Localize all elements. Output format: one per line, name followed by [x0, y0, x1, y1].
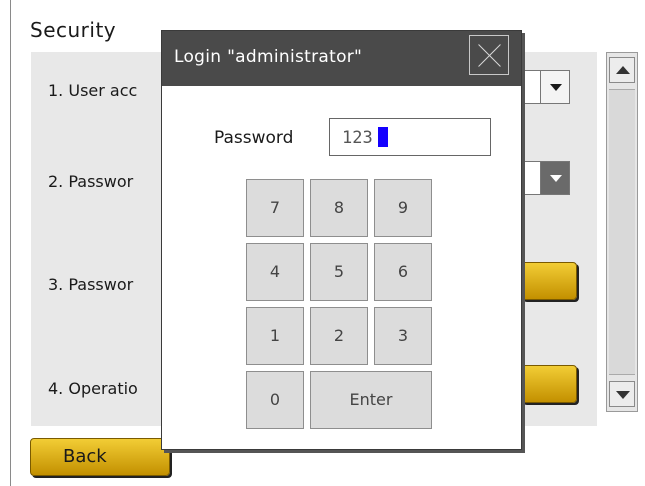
chevron-down-icon[interactable] — [540, 162, 569, 194]
arrow-down-icon — [616, 391, 630, 399]
key-4[interactable]: 4 — [246, 243, 304, 301]
arrow-up-icon — [616, 66, 630, 74]
chevron-down-icon[interactable] — [540, 71, 569, 103]
scroll-up-button[interactable] — [609, 57, 635, 83]
row-label-user-account: 1. User acc — [48, 81, 138, 100]
key-1[interactable]: 1 — [246, 307, 304, 365]
key-8[interactable]: 8 — [310, 179, 368, 237]
login-dialog: Login "administrator" Password 123 7 8 9… — [161, 30, 522, 450]
scrollbar-track[interactable] — [609, 89, 635, 375]
dialog-titlebar[interactable]: Login "administrator" — [162, 31, 521, 86]
password-value: 123 — [342, 128, 373, 148]
page-title: Security — [30, 18, 117, 42]
text-cursor — [378, 127, 388, 147]
scroll-down-button[interactable] — [609, 381, 635, 407]
key-6[interactable]: 6 — [374, 243, 432, 301]
dialog-title: Login "administrator" — [174, 47, 363, 67]
password-dropdown[interactable] — [520, 161, 570, 195]
enter-key[interactable]: Enter — [310, 371, 432, 429]
key-9[interactable]: 9 — [374, 179, 432, 237]
vertical-scrollbar[interactable] — [606, 52, 638, 412]
password-label: Password — [214, 128, 294, 148]
password-input[interactable]: 123 — [329, 118, 491, 156]
key-5[interactable]: 5 — [310, 243, 368, 301]
row-label-operation: 4. Operatio — [48, 379, 138, 398]
password-action-button[interactable] — [521, 262, 577, 300]
row-label-password-1: 2. Passwor — [48, 172, 134, 191]
key-3[interactable]: 3 — [374, 307, 432, 365]
close-icon[interactable] — [469, 35, 509, 75]
user-account-dropdown[interactable] — [520, 70, 570, 104]
operation-action-button[interactable] — [521, 365, 577, 403]
key-7[interactable]: 7 — [246, 179, 304, 237]
key-2[interactable]: 2 — [310, 307, 368, 365]
back-button[interactable]: Back — [30, 438, 170, 476]
key-0[interactable]: 0 — [246, 371, 304, 429]
row-label-password-2: 3. Passwor — [48, 275, 134, 294]
